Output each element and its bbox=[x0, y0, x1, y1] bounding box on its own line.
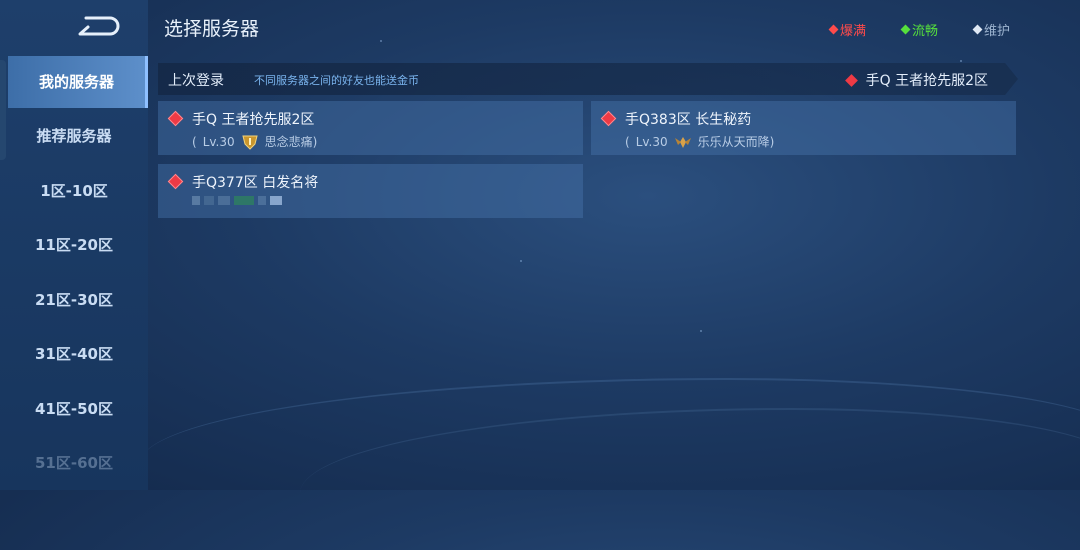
sidebar-item-range-1-10[interactable]: 1区-10区 bbox=[0, 165, 148, 217]
sidebar-item-range-31-40[interactable]: 31区-40区 bbox=[0, 328, 148, 380]
legend-maintenance: 维护 bbox=[972, 20, 1010, 39]
server-card[interactable]: 手Q377区 白发名将 bbox=[158, 164, 583, 218]
sidebar-item-my-servers[interactable]: 我的服务器 bbox=[8, 56, 148, 108]
last-login-note: 不同服务器之间的好友也能送金币 bbox=[254, 74, 419, 87]
wings-rank-icon bbox=[674, 136, 691, 148]
server-card[interactable]: 手Q383区 长生秘药 ( Lv.30 乐乐从天而降) bbox=[591, 101, 1016, 155]
status-full-icon bbox=[167, 110, 184, 127]
sidebar-item-recommended[interactable]: 推荐服务器 bbox=[0, 110, 148, 162]
last-login-label: 上次登录 bbox=[168, 73, 224, 89]
sidebar-item-range-51-60[interactable]: 51区-60区 bbox=[0, 437, 148, 489]
legend-full: 爆满 bbox=[828, 20, 866, 39]
server-name: 手Q377区 白发名将 bbox=[192, 175, 319, 191]
character-info: ( Lv.30 思念悲痛) bbox=[192, 134, 318, 150]
last-login-bar[interactable]: 上次登录 不同服务器之间的好友也能送金币 手Q 王者抢先服2区 bbox=[158, 63, 1018, 95]
legend-smooth: 流畅 bbox=[900, 20, 938, 39]
status-full-icon bbox=[600, 110, 617, 127]
status-full-icon bbox=[167, 173, 184, 190]
back-arrow-icon[interactable] bbox=[76, 14, 122, 38]
red-diamond-icon bbox=[844, 73, 858, 87]
server-name: 手Q 王者抢先服2区 bbox=[192, 112, 315, 128]
page-title: 选择服务器 bbox=[164, 18, 260, 40]
last-login-server[interactable]: 手Q 王者抢先服2区 bbox=[844, 70, 988, 90]
red-diamond-icon bbox=[828, 24, 839, 35]
sidebar: 我的服务器 推荐服务器 1区-10区 11区-20区 21区-30区 31区-4… bbox=[0, 0, 148, 490]
sidebar-item-range-21-30[interactable]: 21区-30区 bbox=[0, 274, 148, 326]
shield-rank-icon bbox=[242, 135, 258, 150]
sidebar-item-range-11-20[interactable]: 11区-20区 bbox=[0, 219, 148, 271]
character-info: ( Lv.30 乐乐从天而降) bbox=[625, 134, 775, 150]
server-card[interactable]: 手Q 王者抢先服2区 ( Lv.30 思念悲痛) bbox=[158, 101, 583, 155]
green-diamond-icon bbox=[900, 24, 911, 35]
white-diamond-icon bbox=[972, 24, 983, 35]
server-name: 手Q383区 长生秘药 bbox=[625, 112, 752, 128]
sidebar-item-range-41-50[interactable]: 41区-50区 bbox=[0, 383, 148, 435]
pixelated-character-info bbox=[192, 196, 282, 205]
